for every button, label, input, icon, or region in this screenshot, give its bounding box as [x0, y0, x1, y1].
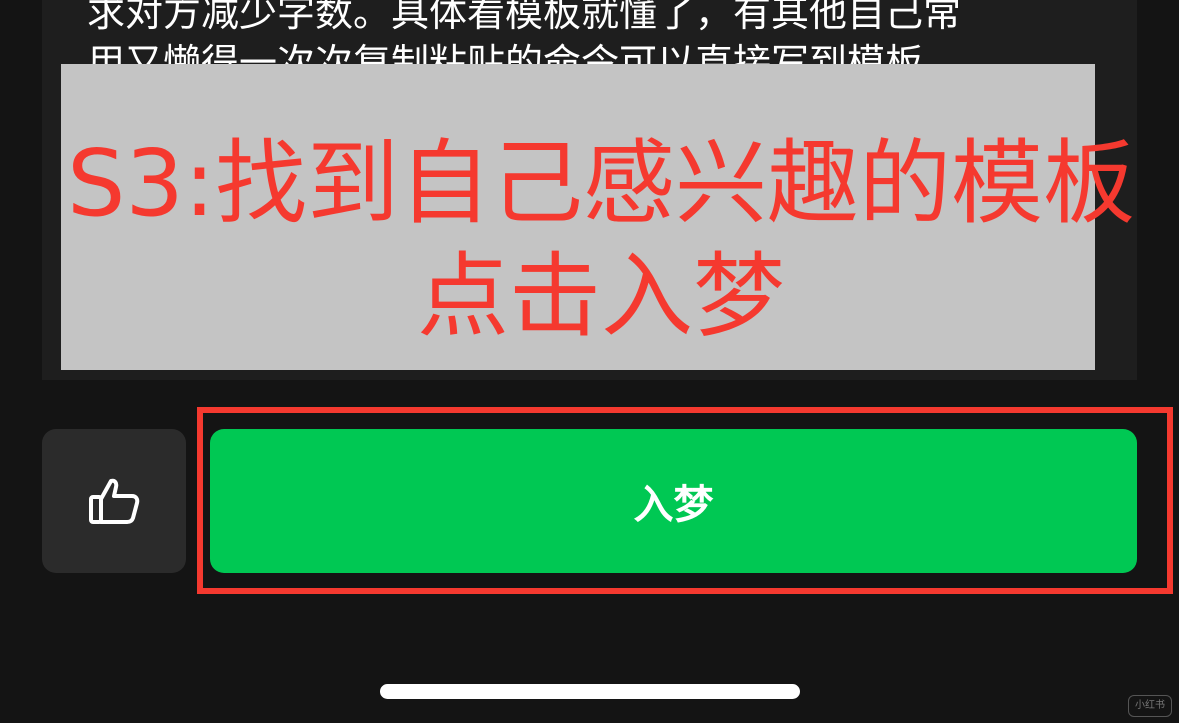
annotation-subtitle: 点击入梦: [416, 243, 785, 350]
thumbs-up-icon: [88, 477, 140, 525]
home-indicator[interactable]: [380, 684, 800, 699]
annotation-overlay: S3:找到自己感兴趣的模板 点击入梦: [61, 64, 1135, 370]
annotation-title: S3:找到自己感兴趣的模板: [67, 130, 1135, 237]
description-line-1: 求对方减少字数。具体看模板就懂了，有其他自己常: [87, 0, 962, 35]
enter-dream-button[interactable]: 入梦: [210, 429, 1137, 573]
app-screen: 求对方减少字数。具体看模板就懂了，有其他自己常 用又懒得一次次复制粘贴的命令可以…: [0, 0, 1179, 723]
like-button[interactable]: [42, 429, 186, 573]
watermark-logo: 小红书: [1128, 695, 1172, 717]
